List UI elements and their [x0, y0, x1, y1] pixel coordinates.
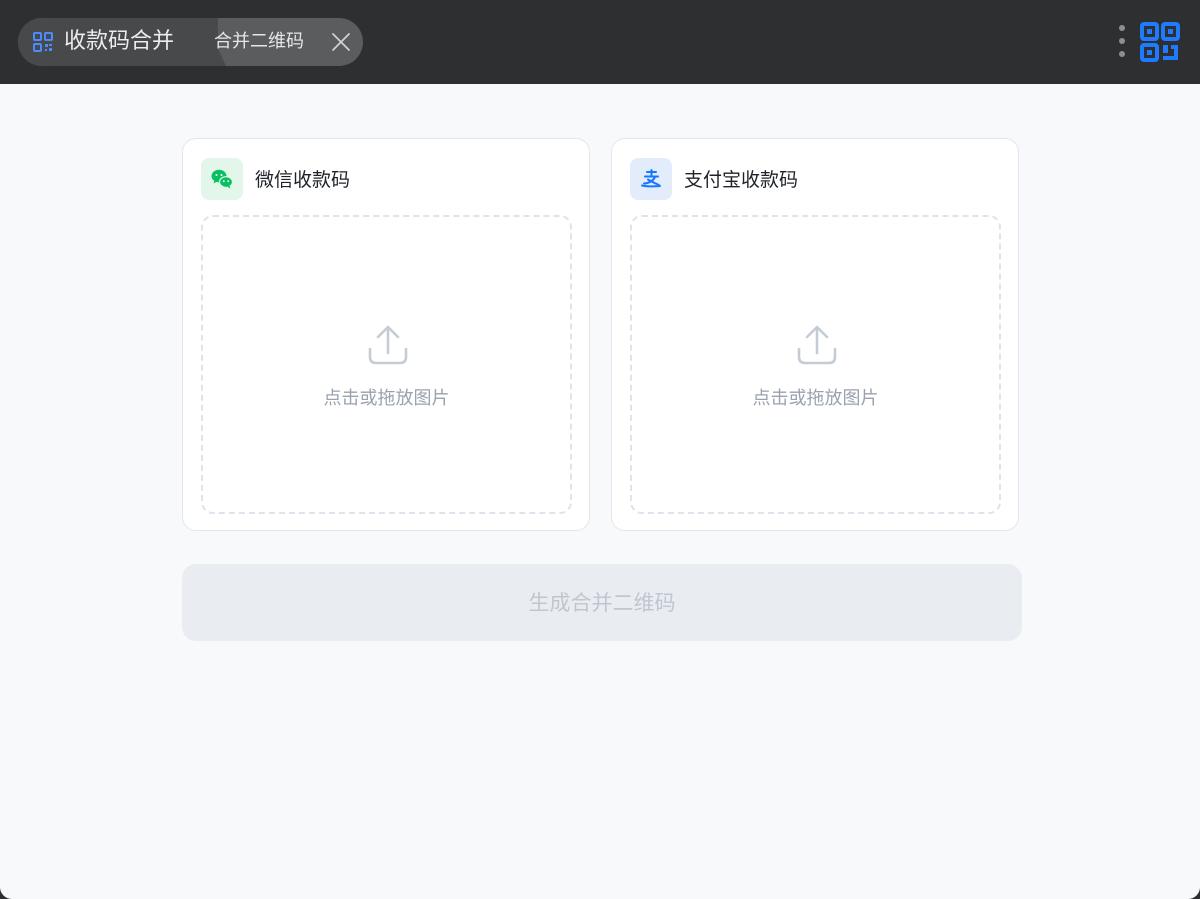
breadcrumb-root-label: 收款码合并 — [64, 29, 175, 54]
breadcrumb-root[interactable]: 收款码合并 — [18, 18, 218, 66]
breadcrumb: 收款码合并 合并二维码 — [18, 18, 363, 66]
upload-icon — [368, 325, 408, 365]
alipay-icon — [641, 169, 661, 188]
wechat-dropzone-hint: 点击或拖放图片 — [323, 388, 450, 409]
wechat-dropzone[interactable]: 点击或拖放图片 — [201, 215, 572, 514]
generate-merged-qr-button[interactable]: 生成合并二维码 — [182, 564, 1022, 641]
close-icon[interactable] — [330, 31, 352, 53]
title-bar: 收款码合并 合并二维码 — [0, 0, 1200, 84]
alipay-card-title: 支付宝收款码 — [684, 169, 799, 191]
alipay-dropzone[interactable]: 点击或拖放图片 — [630, 215, 1001, 514]
wechat-icon-badge — [201, 158, 243, 200]
alipay-icon-badge — [630, 158, 672, 200]
more-vertical-icon[interactable] — [1113, 22, 1131, 62]
wechat-icon — [211, 169, 234, 189]
app-window: 收款码合并 合并二维码 微信收款码 点击或拖放图片 支付宝收款码 点击或拖放图片… — [0, 0, 1200, 899]
wechat-card: 微信收款码 点击或拖放图片 — [182, 138, 590, 531]
qr-code-icon — [33, 32, 53, 52]
alipay-card: 支付宝收款码 点击或拖放图片 — [611, 138, 1019, 531]
main-content: 微信收款码 点击或拖放图片 支付宝收款码 点击或拖放图片 生成合并二维码 — [0, 84, 1200, 899]
alipay-dropzone-hint: 点击或拖放图片 — [752, 388, 879, 409]
wechat-card-title: 微信收款码 — [255, 169, 351, 191]
upload-icon — [797, 325, 837, 365]
qr-code-logo-icon — [1140, 22, 1180, 62]
breadcrumb-current-label: 合并二维码 — [214, 31, 304, 52]
